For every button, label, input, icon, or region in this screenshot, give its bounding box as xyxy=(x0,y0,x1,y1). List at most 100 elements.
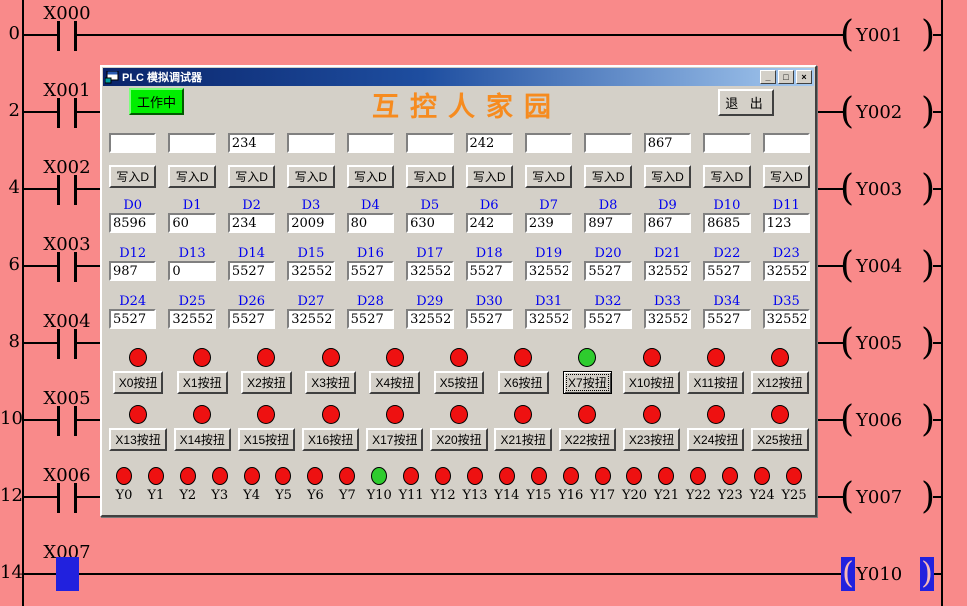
working-status-button[interactable]: 工作中 xyxy=(129,88,184,115)
button-x2[interactable]: X2按扭 xyxy=(241,371,292,394)
value-input-6[interactable] xyxy=(466,133,513,153)
register-value-D34[interactable] xyxy=(703,309,750,329)
value-input-4[interactable] xyxy=(347,133,394,153)
button-x16[interactable]: X16按扭 xyxy=(302,428,359,451)
register-value-D3[interactable] xyxy=(287,213,334,233)
register-value-D16[interactable] xyxy=(347,261,394,281)
register-value-D20[interactable] xyxy=(584,261,631,281)
register-value-D19[interactable] xyxy=(525,261,572,281)
register-value-D24[interactable] xyxy=(109,309,156,329)
register-value-D17[interactable] xyxy=(406,261,453,281)
button-x10[interactable]: X10按扭 xyxy=(623,371,680,394)
lamp-y20 xyxy=(626,467,642,485)
register-value-D33[interactable] xyxy=(644,309,691,329)
register-value-D25[interactable] xyxy=(168,309,215,329)
register-value-D10[interactable] xyxy=(703,213,750,233)
register-value-D15[interactable] xyxy=(287,261,334,281)
register-value-D21[interactable] xyxy=(644,261,691,281)
button-x14[interactable]: X14按扭 xyxy=(174,428,231,451)
value-input-1[interactable] xyxy=(168,133,215,153)
register-label-D35: D35 xyxy=(763,294,810,309)
write-d-button-3[interactable]: 写入D xyxy=(287,165,334,188)
register-value-D7[interactable] xyxy=(525,213,572,233)
button-x20[interactable]: X20按扭 xyxy=(430,428,487,451)
write-d-button-5[interactable]: 写入D xyxy=(406,165,453,188)
value-input-11[interactable] xyxy=(763,133,810,153)
button-x0[interactable]: X0按扭 xyxy=(113,371,164,394)
contact-label: X003 xyxy=(32,234,102,255)
button-x7[interactable]: X7按扭 xyxy=(563,371,612,394)
button-x23[interactable]: X23按扭 xyxy=(623,428,680,451)
button-x13[interactable]: X13按扭 xyxy=(109,428,166,451)
write-d-button-8[interactable]: 写入D xyxy=(584,165,631,188)
button-x6[interactable]: X6按扭 xyxy=(498,371,549,394)
register-value-D28[interactable] xyxy=(347,309,394,329)
register-value-D30[interactable] xyxy=(466,309,513,329)
button-x12[interactable]: X12按扭 xyxy=(751,371,808,394)
ladder-right-rail xyxy=(941,0,943,606)
register-value-D2[interactable] xyxy=(228,213,275,233)
write-d-button-2[interactable]: 写入D xyxy=(228,165,275,188)
exit-button[interactable]: 退 出 xyxy=(718,89,774,116)
register-cell-D34: D34 xyxy=(703,294,750,329)
value-input-10[interactable] xyxy=(703,133,750,153)
lamp-y25 xyxy=(786,467,802,485)
value-input-9[interactable] xyxy=(644,133,691,153)
value-input-7[interactable] xyxy=(525,133,572,153)
register-value-D5[interactable] xyxy=(406,213,453,233)
register-value-D29[interactable] xyxy=(406,309,453,329)
write-d-button-10[interactable]: 写入D xyxy=(703,165,750,188)
register-value-D22[interactable] xyxy=(703,261,750,281)
button-x22[interactable]: X22按扭 xyxy=(559,428,616,451)
button-x25[interactable]: X25按扭 xyxy=(751,428,808,451)
register-value-D11[interactable] xyxy=(763,213,810,233)
register-value-D4[interactable] xyxy=(347,213,394,233)
button-x3[interactable]: X3按扭 xyxy=(305,371,356,394)
register-value-D12[interactable] xyxy=(109,261,156,281)
value-input-0[interactable] xyxy=(109,133,156,153)
value-input-5[interactable] xyxy=(406,133,453,153)
register-value-D0[interactable] xyxy=(109,213,156,233)
minimize-button[interactable]: _ xyxy=(760,70,776,84)
button-x11[interactable]: X11按扭 xyxy=(687,371,743,394)
register-value-D14[interactable] xyxy=(228,261,275,281)
value-input-3[interactable] xyxy=(287,133,334,153)
value-input-2[interactable] xyxy=(228,133,275,153)
register-value-D31[interactable] xyxy=(525,309,572,329)
write-d-button-7[interactable]: 写入D xyxy=(525,165,572,188)
register-value-D6[interactable] xyxy=(466,213,513,233)
write-d-button-6[interactable]: 写入D xyxy=(466,165,513,188)
register-cell-D3: D3 xyxy=(287,198,334,233)
button-x21[interactable]: X21按扭 xyxy=(494,428,551,451)
register-value-D8[interactable] xyxy=(584,213,631,233)
titlebar[interactable]: PLC 模拟调试器 _ □ × xyxy=(103,68,814,86)
button-x1[interactable]: X1按扭 xyxy=(177,371,228,394)
register-value-D26[interactable] xyxy=(228,309,275,329)
register-value-D32[interactable] xyxy=(584,309,631,329)
value-input-8[interactable] xyxy=(584,133,631,153)
register-value-D9[interactable] xyxy=(644,213,691,233)
maximize-button[interactable]: □ xyxy=(778,70,794,84)
write-d-button-0[interactable]: 写入D xyxy=(109,165,156,188)
x-cell-x22: X22按扭 xyxy=(559,405,616,451)
button-x15[interactable]: X15按扭 xyxy=(238,428,295,451)
button-x17[interactable]: X17按扭 xyxy=(366,428,423,451)
button-x4[interactable]: X4按扭 xyxy=(369,371,420,394)
register-value-D35[interactable] xyxy=(763,309,810,329)
register-value-D1[interactable] xyxy=(168,213,215,233)
contact-bar xyxy=(57,483,60,513)
close-button[interactable]: × xyxy=(796,70,812,84)
register-value-D23[interactable] xyxy=(763,261,810,281)
button-x5[interactable]: X5按扭 xyxy=(434,371,485,394)
register-value-D18[interactable] xyxy=(466,261,513,281)
x-cell-x4: X4按扭 xyxy=(369,348,420,394)
register-value-D27[interactable] xyxy=(287,309,334,329)
register-value-D13[interactable] xyxy=(168,261,215,281)
button-x24[interactable]: X24按扭 xyxy=(687,428,744,451)
write-d-button-9[interactable]: 写入D xyxy=(644,165,691,188)
write-d-button-1[interactable]: 写入D xyxy=(168,165,215,188)
register-label-D23: D23 xyxy=(763,246,810,261)
edit-cursor[interactable] xyxy=(56,557,79,591)
write-d-button-4[interactable]: 写入D xyxy=(347,165,394,188)
write-d-button-11[interactable]: 写入D xyxy=(763,165,810,188)
